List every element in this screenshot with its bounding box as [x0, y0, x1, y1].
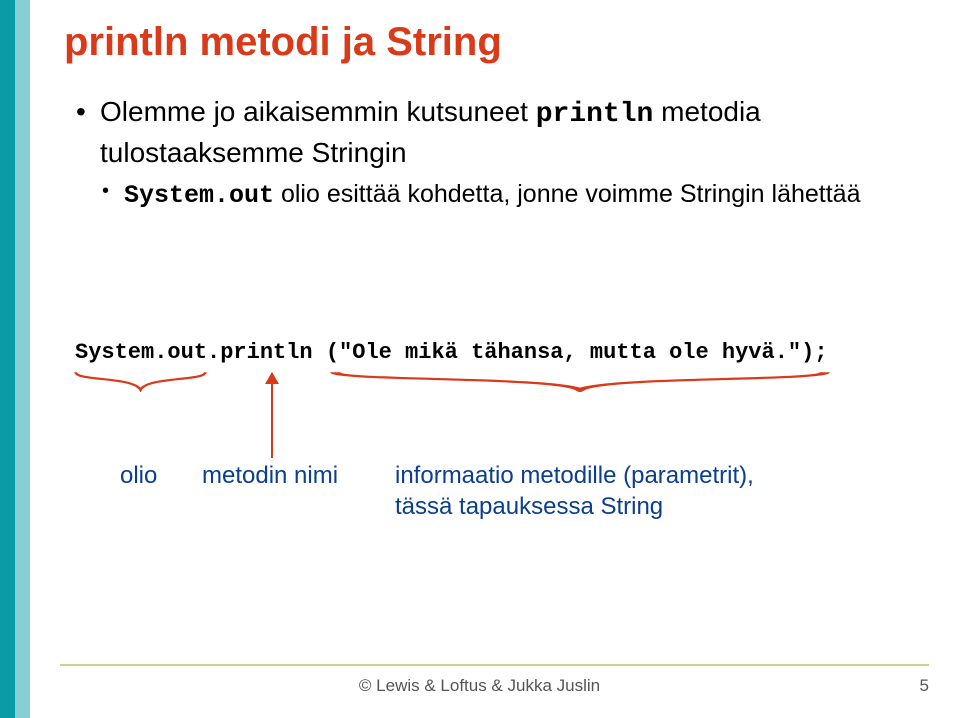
code-example: System.out.println ("Ole mikä tähansa, m… — [75, 340, 828, 365]
bullet-item-2: System.out olio esittää kohdetta, jonne … — [100, 178, 919, 213]
label-informaatio: informaatio metodille (parametrit), täss… — [395, 460, 754, 522]
bullet-2-post: olio esittää kohdetta, jonne voimme Stri… — [274, 180, 860, 208]
bullet-list: Olemme jo aikaisemmin kutsuneet println … — [74, 93, 919, 212]
copyright-text: © Lewis & Loftus & Jukka Juslin — [0, 676, 959, 696]
page-number: 5 — [920, 676, 929, 696]
side-stripe — [0, 0, 30, 718]
bullet-1-pre: Olemme jo aikaisemmin kutsuneet — [100, 96, 536, 127]
slide-footer: © Lewis & Loftus & Jukka Juslin 5 — [0, 648, 959, 718]
brace-parameter — [325, 370, 835, 392]
bullet-2-code: System.out — [124, 181, 274, 210]
brace-object — [73, 370, 208, 392]
label-informaatio-line1: informaatio metodille (parametrit), — [395, 460, 754, 491]
slide-title: println metodi ja String — [64, 20, 919, 65]
slide-content: println metodi ja String Olemme jo aikai… — [60, 20, 919, 640]
label-olio: olio — [120, 460, 157, 491]
footer-divider — [60, 664, 929, 666]
label-metodin-nimi: metodin nimi — [202, 460, 338, 491]
bullet-item-1: Olemme jo aikaisemmin kutsuneet println … — [74, 93, 919, 212]
bullet-1-code: println — [536, 99, 654, 130]
arrow-method-name — [271, 373, 273, 458]
label-informaatio-line2: tässä tapauksessa String — [395, 491, 754, 522]
